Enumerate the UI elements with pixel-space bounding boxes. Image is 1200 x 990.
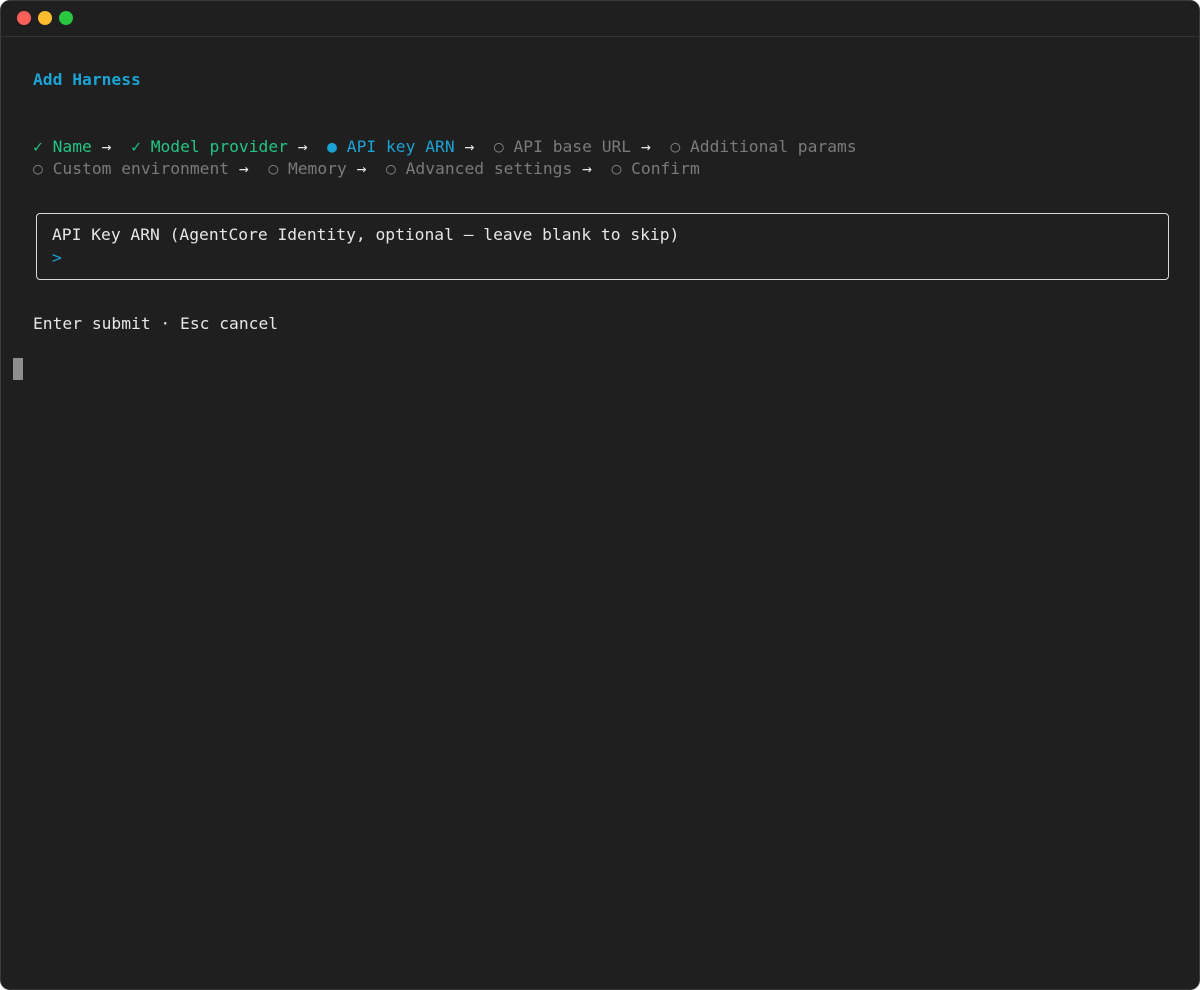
arrow-icon: → [297, 137, 308, 156]
step-custom-environment: ○ Custom environment [33, 159, 230, 178]
pending-circle-icon: ○ [33, 159, 43, 178]
step-name: ✓ Name [33, 137, 92, 156]
input-label: API Key ARN (AgentCore Identity, optiona… [52, 225, 680, 244]
maximize-window-button[interactable] [59, 11, 73, 25]
arrow-icon: → [464, 137, 475, 156]
pending-circle-icon: ○ [611, 159, 622, 178]
arrow-icon: → [582, 159, 592, 178]
pending-circle-icon: ○ [670, 137, 681, 156]
arrow-icon: → [238, 159, 249, 178]
page-title: Add Harness [33, 70, 141, 89]
step-confirm: ○ Confirm [611, 159, 700, 178]
arrow-icon: → [356, 159, 367, 178]
api-key-arn-input-box[interactable]: API Key ARN (AgentCore Identity, optiona… [36, 213, 1169, 280]
pending-circle-icon: ○ [386, 159, 396, 178]
arrow-icon: → [101, 137, 112, 156]
step-memory: ○ Memory [268, 159, 347, 178]
terminal-cursor [13, 358, 23, 380]
input-prompt[interactable]: > [52, 247, 72, 269]
pending-circle-icon: ○ [268, 159, 279, 178]
step-progress-line-2: ○ Custom environment → ○ Memory → ○ Adva… [33, 158, 700, 180]
arrow-icon: → [640, 137, 651, 156]
keyboard-hint: Enter submit · Esc cancel [33, 314, 279, 333]
check-icon: ✓ [131, 137, 141, 156]
prompt-chevron-icon: > [52, 248, 62, 267]
title-bar [1, 1, 1199, 37]
step-additional-params: ○ Additional params [670, 137, 857, 156]
step-model-provider: ✓ Model provider [131, 137, 288, 156]
active-dot-icon: ● [327, 137, 337, 156]
terminal-content: Add Harness ✓ Name → ✓ Model provider → … [1, 1, 1169, 333]
step-api-key-arn: ● API key ARN [327, 137, 455, 156]
terminal-window: Add Harness ✓ Name → ✓ Model provider → … [0, 0, 1200, 990]
step-progress-line-1: ✓ Name → ✓ Model provider → ● API key AR… [33, 136, 857, 158]
check-icon: ✓ [33, 137, 43, 156]
pending-circle-icon: ○ [493, 137, 504, 156]
step-api-base-url: ○ API base URL [493, 137, 632, 156]
step-advanced-settings: ○ Advanced settings [386, 159, 573, 178]
